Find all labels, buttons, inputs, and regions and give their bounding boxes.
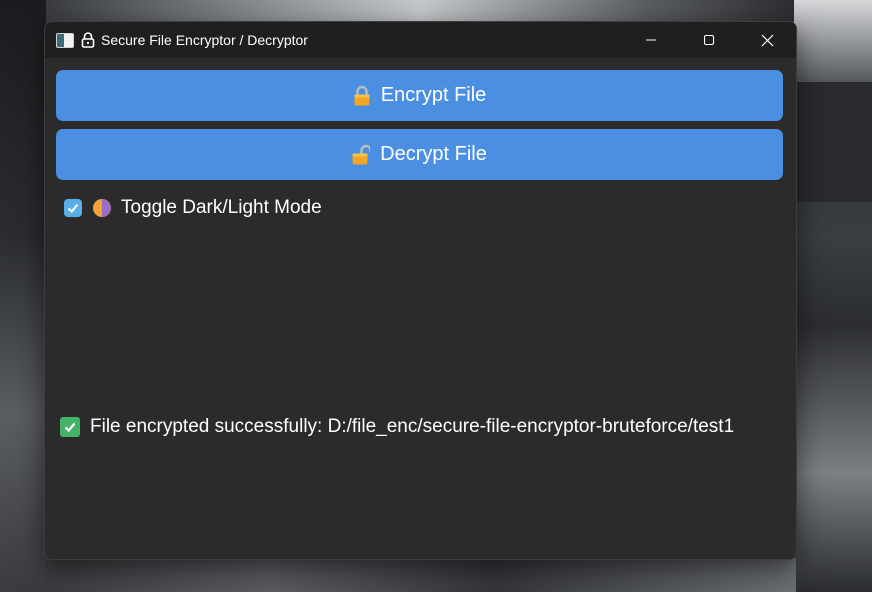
theme-toggle-checkbox[interactable] bbox=[64, 199, 82, 217]
maximize-icon bbox=[703, 34, 715, 46]
maximize-button[interactable] bbox=[680, 22, 738, 58]
decrypt-file-label: Decrypt File bbox=[380, 143, 487, 165]
desktop-wallpaper-bottom bbox=[46, 558, 796, 592]
desktop-wallpaper bbox=[46, 0, 796, 22]
status-text: File encrypted successfully: D:/file_enc… bbox=[90, 416, 735, 437]
app-window: Secure File Encryptor / Decryptor Encryp… bbox=[44, 21, 797, 560]
window-title: Secure File Encryptor / Decryptor bbox=[101, 32, 308, 48]
title-bar[interactable]: Secure File Encryptor / Decryptor bbox=[45, 22, 796, 58]
app-icon bbox=[56, 32, 74, 48]
check-mark-icon bbox=[64, 422, 76, 433]
lock-icon bbox=[81, 32, 95, 48]
desktop-wallpaper-left bbox=[0, 0, 46, 592]
lock-icon bbox=[354, 85, 370, 105]
theme-toggle[interactable]: Toggle Dark/Light Mode bbox=[64, 195, 322, 221]
minimize-button[interactable] bbox=[622, 22, 680, 58]
decrypt-file-button[interactable]: Decrypt File bbox=[56, 129, 783, 180]
window-controls bbox=[622, 22, 796, 58]
encrypt-file-label: Encrypt File bbox=[380, 84, 487, 106]
success-check-icon bbox=[60, 417, 80, 437]
close-button[interactable] bbox=[738, 22, 796, 58]
theme-toggle-label: Toggle Dark/Light Mode bbox=[121, 197, 322, 218]
close-icon bbox=[761, 34, 773, 46]
encrypt-file-button[interactable]: Encrypt File bbox=[56, 70, 783, 121]
half-moon-icon bbox=[93, 199, 111, 217]
minimize-icon bbox=[646, 39, 656, 41]
status-message: File encrypted successfully: D:/file_enc… bbox=[60, 414, 734, 440]
check-mark-icon bbox=[67, 203, 79, 213]
wallpaper-poster bbox=[794, 82, 872, 202]
unlock-icon bbox=[352, 144, 371, 164]
